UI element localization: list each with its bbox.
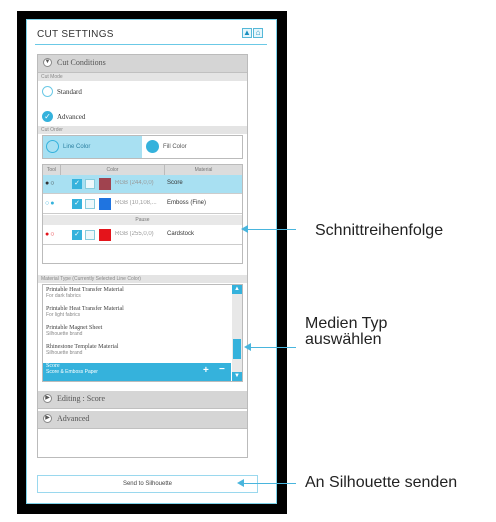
annotation-arrow-line xyxy=(247,229,296,230)
panel-header: CUT SETTINGS ▲ ⌂ xyxy=(35,26,267,45)
annotation-arrow-line xyxy=(243,483,296,484)
row-checkbox[interactable]: ✓ xyxy=(72,179,82,189)
row-checkbox[interactable]: ✓ xyxy=(72,199,82,209)
section-advanced[interactable]: ▶ Advanced xyxy=(38,411,247,429)
pause-divider: Pause xyxy=(43,215,242,225)
rgb-value: RGB (10,108,... xyxy=(115,200,157,206)
line-style-icon xyxy=(85,199,95,209)
chevron-right-icon: ▶ xyxy=(43,394,52,403)
radio-advanced[interactable]: ✓ xyxy=(42,111,53,122)
arrow-left-icon xyxy=(244,343,251,351)
annotation-arrow-line xyxy=(250,347,296,348)
tab-line-color[interactable]: Line Color xyxy=(43,136,142,158)
material-value: Emboss (Fine) xyxy=(167,200,207,206)
list-item[interactable]: Printable Heat Transfer Material For dar… xyxy=(46,287,231,299)
column-header-material: Material xyxy=(165,165,242,175)
add-material-icon[interactable]: + xyxy=(203,365,209,376)
color-swatch xyxy=(99,198,111,210)
color-swatch xyxy=(99,229,111,241)
section-cut-conditions[interactable]: ▼ Cut Conditions xyxy=(38,55,247,73)
rgb-value: RGB (244,0,0) xyxy=(115,180,154,186)
section-editing-score[interactable]: ▶ Editing : Score xyxy=(38,391,247,409)
cut-order-table: Tool Color Material ●○ ✓ RGB (244,0,0) S… xyxy=(42,164,243,264)
cut-order-label: Cut Order xyxy=(38,126,247,134)
cut-mode-label: Cut Mode xyxy=(38,73,247,81)
collapse-icon[interactable]: ▲ xyxy=(242,28,252,38)
material-value: Cardstock xyxy=(167,231,195,237)
annotation-send: An Silhouette senden xyxy=(305,474,458,491)
material-desc: Silhouette brand xyxy=(46,331,83,337)
radio-advanced-label: Advanced xyxy=(57,113,86,121)
chevron-right-icon: ▶ xyxy=(43,414,52,423)
table-row[interactable]: ●○ ✓ RGB (244,0,0) Score xyxy=(43,175,242,194)
panel-title: CUT SETTINGS xyxy=(37,29,114,40)
scrollbar[interactable]: ▲ ▼ xyxy=(232,285,242,381)
section-label: Advanced xyxy=(57,414,90,423)
annotation-cut-order: Schnittreihenfolge xyxy=(315,222,444,239)
line-style-icon xyxy=(85,230,95,240)
annotation-media-type-2: auswählen xyxy=(305,331,382,348)
send-to-silhouette-button[interactable]: Send to Silhouette xyxy=(37,475,258,493)
column-header-tool: Tool xyxy=(43,165,61,175)
material-value: Score xyxy=(167,180,183,186)
settings-scroll-area: ▼ Cut Conditions Cut Mode Standard ✓ Adv… xyxy=(37,54,248,458)
tab-fill-color-label: Fill Color xyxy=(163,144,187,150)
section-label: Cut Conditions xyxy=(57,58,106,67)
material-desc: For light fabrics xyxy=(46,312,81,318)
table-row[interactable]: ○● ✓ RGB (10,108,... Emboss (Fine) xyxy=(43,195,242,214)
arrow-left-icon xyxy=(237,479,244,487)
tool-indicator-icon: ●○ xyxy=(45,231,56,238)
tab-line-color-label: Line Color xyxy=(63,144,91,150)
home-icon[interactable]: ⌂ xyxy=(253,28,263,38)
cut-order-tabs: Line Color Fill Color xyxy=(42,135,243,159)
scroll-thumb[interactable] xyxy=(233,339,241,359)
remove-material-icon[interactable]: − xyxy=(219,364,225,375)
tool-indicator-icon: ●○ xyxy=(45,180,56,187)
scroll-up-icon[interactable]: ▲ xyxy=(232,285,242,294)
rgb-value: RGB (255,0,0) xyxy=(115,231,154,237)
section-label: Editing : Score xyxy=(57,394,105,403)
table-row[interactable]: ●○ ✓ RGB (255,0,0) Cardstock xyxy=(43,226,242,245)
tool-indicator-icon: ○● xyxy=(45,200,56,207)
arrow-left-icon xyxy=(241,225,248,233)
material-list: Printable Heat Transfer Material For dar… xyxy=(42,284,243,382)
material-type-label: Material Type (Currently Selected Line C… xyxy=(38,275,247,283)
cut-settings-panel: CUT SETTINGS ▲ ⌂ ▼ Cut Conditions Cut Mo… xyxy=(26,19,277,504)
line-color-icon xyxy=(46,140,59,153)
chevron-down-icon: ▼ xyxy=(43,58,52,67)
fill-color-icon xyxy=(146,140,159,153)
color-swatch xyxy=(99,178,111,190)
row-checkbox[interactable]: ✓ xyxy=(72,230,82,240)
tab-fill-color[interactable]: Fill Color xyxy=(143,136,242,158)
list-item[interactable]: Printable Heat Transfer Material For lig… xyxy=(46,306,231,318)
column-header-color: Color xyxy=(61,165,165,175)
material-desc: Silhouette brand xyxy=(46,350,83,356)
list-item[interactable]: Printable Magnet Sheet Silhouette brand xyxy=(46,325,231,337)
scroll-down-icon[interactable]: ▼ xyxy=(232,372,242,381)
material-desc: For dark fabrics xyxy=(46,293,81,299)
radio-standard-label: Standard xyxy=(57,88,82,96)
line-style-icon xyxy=(85,179,95,189)
list-item[interactable]: Rhinestone Template Material Silhouette … xyxy=(46,344,231,356)
radio-standard[interactable] xyxy=(42,86,53,97)
